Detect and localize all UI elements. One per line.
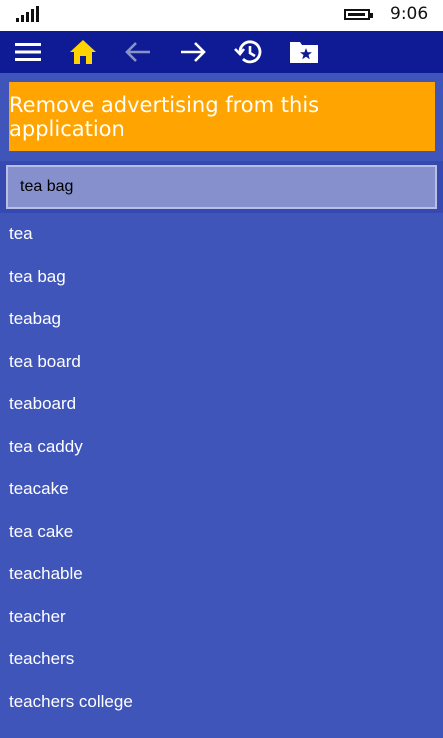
battery-icon [344, 9, 373, 20]
list-item[interactable]: teacake [0, 468, 443, 511]
status-bar: 9:06 [0, 0, 443, 31]
menu-icon [15, 43, 41, 61]
list-item[interactable]: teabag [0, 298, 443, 341]
list-item[interactable]: tea bag [0, 256, 443, 299]
toolbar [0, 31, 443, 73]
home-button[interactable] [66, 35, 100, 69]
search-input[interactable] [6, 165, 437, 209]
favorites-button[interactable] [287, 35, 321, 69]
forward-arrow-icon [181, 42, 206, 62]
list-item[interactable]: tea [0, 213, 443, 256]
list-item[interactable]: teaboard [0, 383, 443, 426]
list-item[interactable]: tea caddy [0, 426, 443, 469]
home-icon [70, 40, 96, 64]
signal-strength-icon [16, 6, 40, 22]
favorites-folder-icon [290, 42, 318, 63]
list-item[interactable]: teachable [0, 553, 443, 596]
list-item[interactable]: teachers college [0, 681, 443, 724]
status-time: 9:06 [390, 4, 429, 24]
history-icon [234, 40, 262, 64]
list-item[interactable]: tea board [0, 341, 443, 384]
remove-ads-label: Remove advertising from this application [9, 92, 320, 141]
suggestion-list: tea tea bag teabag tea board teaboard te… [0, 213, 443, 723]
list-item[interactable]: tea cake [0, 511, 443, 554]
search-bar [0, 161, 443, 213]
list-item[interactable]: teacher [0, 596, 443, 639]
list-item[interactable]: teachers [0, 638, 443, 681]
forward-button[interactable] [176, 35, 210, 69]
back-arrow-icon [125, 42, 150, 62]
menu-button[interactable] [11, 35, 45, 69]
remove-ads-banner[interactable]: Remove advertising from this application [9, 82, 435, 151]
back-button[interactable] [121, 35, 155, 69]
history-button[interactable] [232, 35, 266, 69]
